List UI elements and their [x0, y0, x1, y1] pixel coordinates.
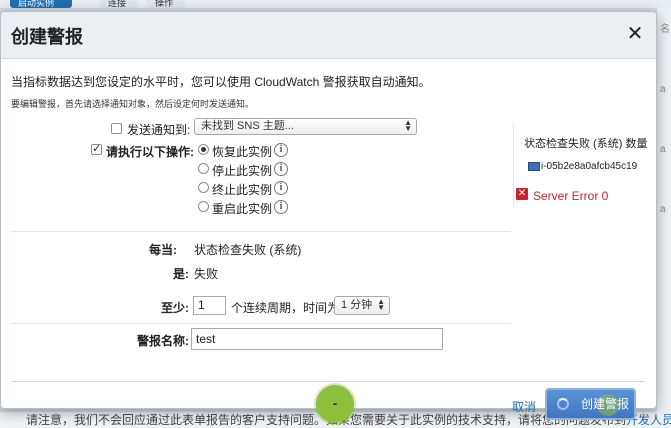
whenever-value: 状态检查失败 (系统)	[194, 243, 302, 257]
background-char: a	[660, 144, 666, 155]
error-icon: ✕	[516, 188, 528, 200]
recover-instance-label: 恢复此实例	[212, 145, 273, 159]
terminate-instance-label: 终止此实例	[212, 183, 273, 197]
background-char: a	[660, 204, 666, 215]
is-label: 是:	[173, 267, 189, 281]
terminate-instance-radio[interactable]	[198, 182, 209, 193]
dialog-title: 创建警报	[11, 27, 83, 47]
intro-text: 当指标数据达到您设定的水平时，您可以使用 CloudWatch 警报获取自动通知…	[11, 75, 431, 89]
at-least-label: 至少:	[161, 301, 189, 315]
sns-topic-value: 未找到 SNS 主题...	[201, 120, 294, 132]
info-icon[interactable]: i	[274, 143, 288, 157]
stop-instance-radio[interactable]	[198, 163, 209, 174]
background-right-column: 名 a a a	[657, 8, 671, 428]
create-alarm-label: 创建警报	[581, 397, 630, 411]
create-alarm-button[interactable]: 创建警报	[545, 388, 636, 420]
metric-chart-title: 状态检查失败 (系统) 数量	[524, 138, 648, 150]
stop-instance-label: 停止此实例	[212, 164, 273, 178]
periods-text: 个连续周期，时间为	[231, 301, 340, 315]
send-notification-checkbox[interactable]	[111, 123, 122, 134]
close-icon[interactable]: ✕	[623, 22, 647, 46]
period-select[interactable]: 1 分钟 ▲ ▼	[334, 296, 390, 315]
background-char: 名	[660, 24, 670, 35]
alarm-name-label: 警报名称:	[137, 334, 189, 348]
launch-instance-tab[interactable]: 启动实例	[10, 0, 72, 8]
divider	[11, 323, 511, 324]
take-action-checkbox[interactable]	[91, 142, 102, 155]
consecutive-periods-input[interactable]: 1	[193, 296, 226, 315]
send-notification-label: 发送通知到:	[127, 123, 191, 137]
select-arrows-icon: ▲ ▼	[377, 297, 385, 312]
connect-tab[interactable]: 连接	[100, 0, 138, 8]
instance-id: i-05b2e8a0afcb45c19	[541, 161, 638, 172]
divider	[11, 231, 511, 232]
recover-instance-radio[interactable]	[198, 144, 209, 155]
instance-legend-swatch	[528, 162, 540, 171]
hint-text: 要编辑警报，首先请选择通知对象，然后设定何时发送通知。	[11, 99, 255, 109]
background-notice-text: 请注意，我们不会回应通过此表单报告的客户支持问题。如果您需要关于此实例的技术支持…	[0, 413, 626, 427]
cancel-button[interactable]: 取消	[512, 398, 536, 415]
spinner-icon	[557, 398, 569, 410]
whenever-label: 每当:	[149, 243, 177, 257]
create-alarm-dialog: 创建警报 ✕ 当指标数据达到您设定的水平时，您可以使用 CloudWatch 警…	[0, 11, 657, 423]
background-toolbar: 启动实例 连接 操作	[0, 0, 671, 8]
is-value: 失败	[194, 267, 219, 281]
info-icon[interactable]: i	[274, 181, 288, 195]
info-icon[interactable]: i	[274, 200, 288, 214]
dialog-header: 创建警报 ✕	[1, 12, 656, 59]
server-error-text: Server Error 0	[533, 189, 609, 203]
select-arrows-icon: ▲ ▼	[404, 118, 412, 133]
alarm-name-input[interactable]: test	[191, 328, 443, 350]
actions-tab[interactable]: 操作	[147, 0, 185, 8]
loading-indicator: -	[316, 385, 354, 423]
period-value: 1 分钟	[341, 299, 373, 311]
vertical-divider	[513, 124, 514, 206]
background-char: a	[660, 84, 666, 95]
info-icon[interactable]: i	[274, 162, 288, 176]
reboot-instance-label: 重启此实例	[212, 202, 273, 216]
take-action-label: 请执行以下操作:	[106, 145, 194, 159]
footer-divider	[11, 381, 645, 382]
reboot-instance-radio[interactable]	[198, 201, 209, 212]
sns-topic-select[interactable]: 未找到 SNS 主题... ▲ ▼	[194, 118, 417, 135]
